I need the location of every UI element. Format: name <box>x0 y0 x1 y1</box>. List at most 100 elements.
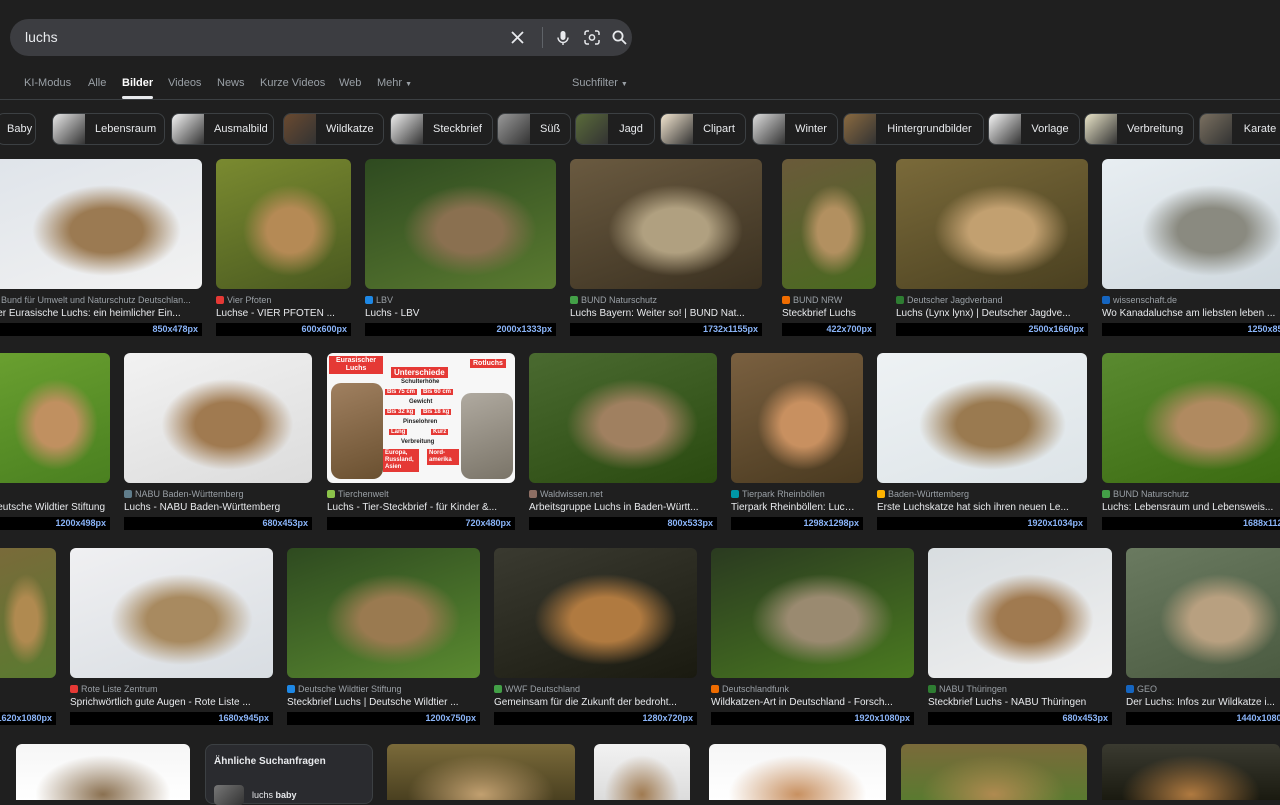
clear-icon[interactable] <box>508 28 527 47</box>
result-title[interactable]: Der Luchs: Infos zur Wildkatze i... <box>1126 697 1280 708</box>
result-title[interactable]: Sprichwörtlich gute Augen - Rote Liste .… <box>70 697 269 708</box>
result-thumbnail[interactable] <box>1102 744 1280 800</box>
result-thumbnail[interactable] <box>70 548 273 678</box>
result-title[interactable]: Der Eurasische Luchs: ein heimlicher Ein… <box>0 308 198 319</box>
result-title[interactable]: Luchse - VIER PFOTEN ... <box>216 308 347 319</box>
microphone-icon[interactable] <box>553 28 572 47</box>
result-title[interactable]: Wo Kanadaluchse am liebsten leben ... <box>1102 308 1280 319</box>
result-thumbnail[interactable] <box>570 159 762 289</box>
result-thumbnail[interactable] <box>0 159 202 289</box>
result-title[interactable]: Luchs - LBV <box>365 308 552 319</box>
result-source[interactable]: Tierchenwelt <box>327 489 511 499</box>
result-title[interactable]: Luchs - Tier-Steckbrief - für Kinder &..… <box>327 502 511 513</box>
result-source[interactable]: Bund für Umwelt und Naturschutz Deutschl… <box>0 295 198 305</box>
tab-ki-modus[interactable]: KI-Modus <box>24 72 71 94</box>
result-source[interactable]: BUND Naturschutz <box>1102 489 1280 499</box>
result-dimensions: 800x533px <box>529 517 717 530</box>
result-source[interactable]: Deutsche Wildtier Stiftung <box>287 684 476 694</box>
similar-search-item[interactable]: luchs baby <box>214 785 297 805</box>
result-title[interactable]: Steckbrief Luchs <box>782 308 872 319</box>
result-title[interactable]: Erste Luchskatze hat sich ihren neuen Le… <box>877 502 1083 513</box>
result-thumbnail[interactable] <box>16 744 190 800</box>
tab-alle[interactable]: Alle <box>88 72 106 94</box>
chip-thumbnail <box>172 114 204 144</box>
result-thumbnail[interactable] <box>896 159 1088 289</box>
chip-lebensraum[interactable]: Lebensraum <box>52 113 165 145</box>
result-thumbnail[interactable] <box>594 744 690 800</box>
result-source[interactable]: LBV <box>365 295 552 305</box>
tools-button[interactable]: Suchfilter ▼ <box>572 72 628 96</box>
result-thumbnail[interactable] <box>494 548 697 678</box>
result-source[interactable]: Vier Pfoten <box>216 295 347 305</box>
result-title[interactable]: Steckbrief Luchs | Deutsche Wildtier ... <box>287 697 476 708</box>
search-icon[interactable] <box>610 28 629 47</box>
result-thumbnail[interactable] <box>387 744 575 800</box>
result-title[interactable]: Wildkatzen-Art in Deutschland - Forsch..… <box>711 697 910 708</box>
result-thumbnail[interactable] <box>709 744 886 800</box>
tab-mehr-label: Mehr <box>377 77 403 89</box>
search-input[interactable]: luchs <box>25 19 58 56</box>
result-title[interactable]: Gemeinsam für die Zukunft der bedroht... <box>494 697 693 708</box>
tab-mehr[interactable]: Mehr ▼ <box>377 72 412 96</box>
result-thumbnail[interactable] <box>1102 353 1280 483</box>
result-thumbnail[interactable] <box>0 548 56 678</box>
chip-winter[interactable]: Winter <box>752 113 838 145</box>
result-thumbnail[interactable] <box>287 548 480 678</box>
result-thumbnail[interactable] <box>928 548 1112 678</box>
result-thumbnail[interactable] <box>0 353 110 483</box>
chip-jagd[interactable]: Jagd <box>575 113 655 145</box>
chip-steckbrief[interactable]: Steckbrief <box>390 113 493 145</box>
result-thumbnail[interactable] <box>124 353 312 483</box>
result-thumbnail[interactable] <box>529 353 717 483</box>
lens-camera-icon[interactable] <box>582 28 601 47</box>
tab-web[interactable]: Web <box>339 72 361 94</box>
result-thumbnail[interactable] <box>1102 159 1280 289</box>
result-source[interactable]: BUND Naturschutz <box>570 295 758 305</box>
chip-süß[interactable]: Süß <box>497 113 571 145</box>
tab-news[interactable]: News <box>217 72 245 94</box>
site-favicon-icon <box>896 296 904 304</box>
chip-verbreitung[interactable]: Verbreitung <box>1084 113 1194 145</box>
result-source[interactable]: WWF Deutschland <box>494 684 693 694</box>
chip-vorlage[interactable]: Vorlage <box>988 113 1080 145</box>
tab-kurze-videos[interactable]: Kurze Videos <box>260 72 325 94</box>
chip-karate[interactable]: Karate <box>1199 113 1280 145</box>
result-title[interactable]: Deutsche Wildtier Stiftung <box>0 502 106 513</box>
chip-hintergrundbilder[interactable]: Hintergrundbilder <box>843 113 984 145</box>
tab-videos[interactable]: Videos <box>168 72 201 94</box>
result-source[interactable]: Deutschlandfunk <box>711 684 910 694</box>
result-source[interactable]: Tierpark Rheinböllen <box>731 489 859 499</box>
result-title[interactable]: Luchs - NABU Baden-Württemberg <box>124 502 308 513</box>
tab-bilder[interactable]: Bilder <box>122 72 154 99</box>
result-thumbnail[interactable] <box>711 548 914 678</box>
chip-ausmalbild[interactable]: Ausmalbild <box>171 113 274 145</box>
result-source[interactable]: Deutscher Jagdverband <box>896 295 1084 305</box>
result-source[interactable]: Waldwissen.net <box>529 489 713 499</box>
result-source[interactable]: NABU Baden-Württemberg <box>124 489 308 499</box>
result-thumbnail[interactable] <box>901 744 1087 800</box>
result-thumbnail[interactable] <box>782 159 876 289</box>
result-thumbnail[interactable] <box>877 353 1087 483</box>
result-dimensions: 1440x1080px <box>1126 712 1280 725</box>
result-source[interactable]: NABU Thüringen <box>928 684 1108 694</box>
result-thumbnail[interactable]: Eurasischer Luchs Unterschiede Rotluchs Sch… <box>327 353 515 483</box>
chip-baby[interactable]: Baby <box>0 113 36 145</box>
result-thumbnail[interactable] <box>1126 548 1280 678</box>
result-source[interactable]: GEO <box>1126 684 1280 694</box>
result-title[interactable]: Luchs Bayern: Weiter so! | BUND Nat... <box>570 308 758 319</box>
result-source[interactable]: Baden-Württemberg <box>877 489 1083 499</box>
chip-clipart[interactable]: Clipart <box>660 113 746 145</box>
result-title[interactable]: Arbeitsgruppe Luchs in Baden-Württ... <box>529 502 713 513</box>
result-source[interactable]: wissenschaft.de <box>1102 295 1280 305</box>
result-source[interactable]: BUND NRW <box>782 295 872 305</box>
result-source[interactable]: Rote Liste Zentrum <box>70 684 269 694</box>
result-thumbnail[interactable] <box>731 353 863 483</box>
chip-wildkatze[interactable]: Wildkatze <box>283 113 384 145</box>
result-thumbnail[interactable] <box>365 159 556 289</box>
result-title[interactable]: Luchs: Lebensraum und Lebensweis... <box>1102 502 1280 513</box>
result-thumbnail[interactable] <box>216 159 351 289</box>
result-title[interactable]: Tierpark Rheinböllen: Luchs ... <box>731 502 859 513</box>
result-title[interactable]: Steckbrief Luchs - NABU Thüringen <box>928 697 1108 708</box>
result-title[interactable]: Luchs (Lynx lynx) | Deutscher Jagdve... <box>896 308 1084 319</box>
search-bar[interactable]: luchs <box>10 19 632 56</box>
